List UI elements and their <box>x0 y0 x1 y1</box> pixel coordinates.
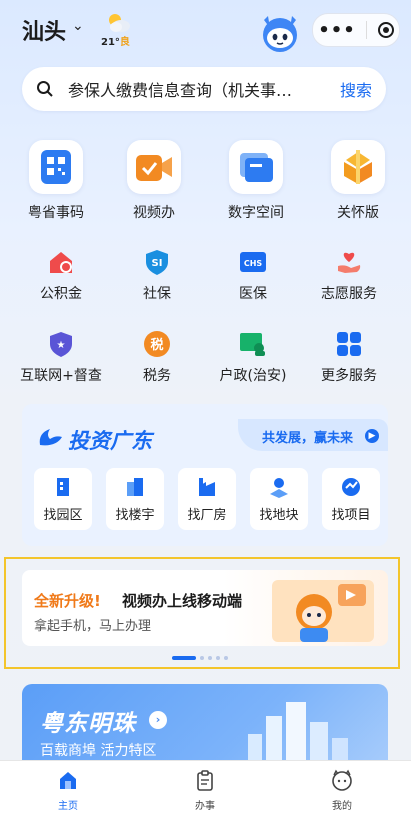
invest-slogan[interactable]: 共发展，赢未来 <box>262 427 353 446</box>
service-care-mode[interactable]: 关怀版 <box>316 140 400 222</box>
search-icon <box>37 81 53 97</box>
service-label: 关怀版 <box>337 205 379 221</box>
search-input[interactable]: 参保人缴费信息查询（机关事… <box>68 77 318 101</box>
medical-insurance-icon: CHS <box>238 247 268 277</box>
banner-highlight-frame <box>4 557 400 669</box>
find-label: 找楼宇 <box>115 507 155 523</box>
tab-home[interactable]: 主页 <box>33 769 103 812</box>
chevron-right-icon[interactable]: › <box>149 711 167 729</box>
service-tax[interactable]: 税 税务 <box>112 329 202 385</box>
find-building-button[interactable]: 找楼宇 <box>106 468 164 530</box>
find-label: 找项目 <box>331 507 371 523</box>
find-park-button[interactable]: 找园区 <box>34 468 92 530</box>
tab-services[interactable]: 办事 <box>170 769 240 812</box>
chevron-down-icon[interactable]: ⌄ <box>72 18 84 34</box>
service-label: 税务 <box>143 368 171 384</box>
service-video-office[interactable]: 视频办 <box>112 140 196 222</box>
tab-label: 主页 <box>58 801 78 812</box>
service-label: 数字空间 <box>228 205 284 221</box>
carousel-dot <box>208 656 212 660</box>
service-social-security[interactable]: SI 社保 <box>112 247 202 303</box>
service-label: 志愿服务 <box>321 286 377 302</box>
service-inspection[interactable]: ★ 互联网+督查 <box>16 329 106 385</box>
svg-text:SI: SI <box>152 258 163 269</box>
tab-label: 办事 <box>195 801 215 812</box>
close-target-icon[interactable] <box>377 22 394 38</box>
find-land-button[interactable]: 找地块 <box>250 468 308 530</box>
profile-mascot-icon <box>332 769 352 791</box>
home-icon <box>60 772 76 789</box>
service-label: 粤省事码 <box>28 205 84 221</box>
feature-title: 粤东明珠 <box>40 711 136 737</box>
find-project-button[interactable]: 找项目 <box>322 468 380 530</box>
tab-label: 我的 <box>332 801 352 812</box>
carousel-dot <box>200 656 204 660</box>
city-name[interactable]: 汕头 <box>22 14 66 46</box>
invest-logo-icon <box>39 429 62 446</box>
capsule-divider <box>366 21 368 39</box>
qr-code-icon <box>29 140 83 194</box>
service-more[interactable]: 更多服务 <box>304 329 394 385</box>
carousel-dot-active <box>172 656 196 660</box>
household-icon <box>238 329 268 359</box>
project-icon <box>342 477 360 496</box>
tab-profile[interactable]: 我的 <box>307 769 377 812</box>
service-digital-space[interactable]: 数字空间 <box>214 140 298 222</box>
invest-options: 找园区 找楼宇 找厂房 找地块 找项目 <box>34 468 380 530</box>
carousel-indicator <box>172 656 228 660</box>
weather-readout: 21°良 <box>101 33 130 48</box>
service-household[interactable]: 户政(治安) <box>208 329 298 385</box>
mascot-avatar-icon[interactable] <box>258 10 302 54</box>
chevron-right-icon[interactable]: ▶ <box>365 429 379 443</box>
invest-title: 投资广东 <box>68 429 152 453</box>
find-label: 找园区 <box>43 507 83 523</box>
service-medical-insurance[interactable]: CHS 医保 <box>208 247 298 303</box>
weather-cloudy-sun-icon <box>109 14 130 32</box>
find-label: 找厂房 <box>187 507 227 523</box>
service-label: 视频办 <box>133 205 175 221</box>
air-quality: 良 <box>119 37 130 48</box>
search-bar[interactable]: 参保人缴费信息查询（机关事… 搜索 <box>22 67 386 111</box>
digital-space-icon <box>229 140 283 194</box>
office-building-icon <box>127 477 143 496</box>
find-label: 找地块 <box>259 507 299 523</box>
svg-text:CHS: CHS <box>244 259 263 268</box>
volunteer-icon <box>334 247 364 277</box>
service-label: 社保 <box>143 286 171 302</box>
factory-icon <box>199 477 215 496</box>
video-office-icon <box>127 140 181 194</box>
service-label: 互联网+督查 <box>20 368 102 384</box>
find-factory-button[interactable]: 找厂房 <box>178 468 236 530</box>
housing-fund-icon <box>46 247 76 277</box>
svg-text:税: 税 <box>150 337 163 353</box>
park-building-icon <box>57 477 69 496</box>
care-mode-icon <box>331 140 385 194</box>
land-plot-icon <box>270 477 288 498</box>
search-button[interactable]: 搜索 <box>340 77 372 101</box>
more-services-icon <box>334 329 364 359</box>
more-options-icon[interactable]: ••• <box>318 20 356 41</box>
tax-icon: 税 <box>142 329 172 359</box>
social-security-icon: SI <box>142 247 172 277</box>
svg-text:★: ★ <box>57 340 66 351</box>
inspection-icon: ★ <box>46 329 76 359</box>
service-volunteer[interactable]: 志愿服务 <box>304 247 394 303</box>
carousel-dot <box>224 656 228 660</box>
bottom-tab-bar: 主页 办事 我的 <box>0 760 411 820</box>
service-housing-fund[interactable]: 公积金 <box>16 247 106 303</box>
service-label: 医保 <box>239 286 267 302</box>
miniprogram-capsule: ••• <box>312 13 400 47</box>
service-label: 户政(治安) <box>219 368 287 384</box>
service-qr-code[interactable]: 粤省事码 <box>14 140 98 222</box>
feature-subtitle: 百载商埠 活力特区 <box>40 743 157 759</box>
service-label: 更多服务 <box>321 368 377 384</box>
temperature: 21° <box>101 37 120 48</box>
carousel-dot <box>216 656 220 660</box>
clipboard-icon <box>197 770 213 791</box>
service-label: 公积金 <box>40 286 82 302</box>
